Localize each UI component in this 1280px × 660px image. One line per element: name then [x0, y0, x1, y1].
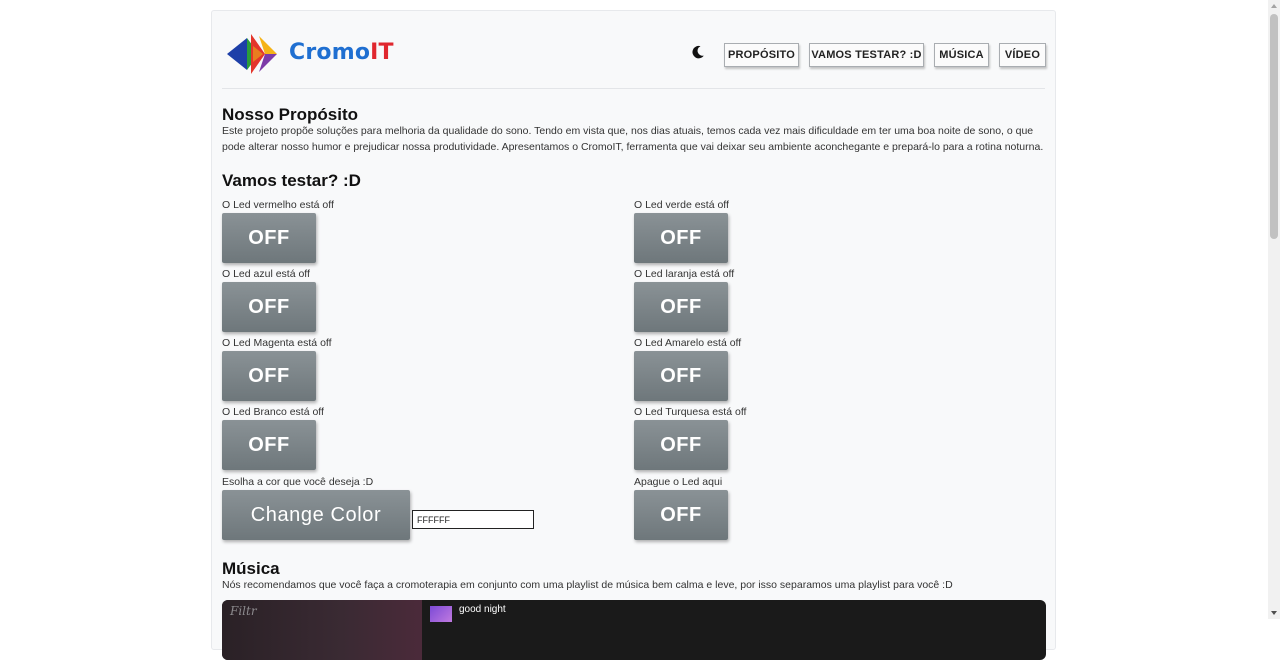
scrollbar-thumb[interactable]: [1270, 14, 1278, 239]
nav-musica-button[interactable]: MÚSICA: [934, 43, 989, 67]
header: CromoIT PROPÓSITO VAMOS TESTAR? :D MÚSIC…: [212, 11, 1055, 89]
led-blue-label: O Led azul está off: [222, 268, 310, 280]
scroll-down-arrow-icon[interactable]: [1271, 611, 1277, 615]
led-turquoise-button[interactable]: OFF: [634, 420, 728, 470]
led-yellow-label: O Led Amarelo está off: [634, 337, 742, 349]
led-green-label: O Led verde está off: [634, 199, 729, 211]
header-divider: [222, 88, 1045, 89]
spotify-player[interactable]: Filtr good night: [222, 600, 1046, 660]
cromoit-logo: [227, 34, 277, 74]
change-color-button[interactable]: Change Color: [222, 490, 410, 540]
led-magenta-label: O Led Magenta está off: [222, 337, 332, 349]
color-picker-label: Esolha a cor que você deseja :D: [222, 476, 374, 488]
moon-icon[interactable]: [690, 44, 706, 60]
purpose-text: Este projeto propõe soluções para melhor…: [222, 125, 1044, 153]
page-container: CromoIT PROPÓSITO VAMOS TESTAR? :D MÚSIC…: [211, 10, 1056, 660]
music-text: Nós recomendamos que você faça a cromote…: [222, 579, 953, 591]
led-red-label: O Led vermelho está off: [222, 199, 334, 211]
page-scrollbar[interactable]: [1268, 0, 1280, 619]
brand-name[interactable]: CromoIT: [289, 40, 394, 65]
cover-logo-text: Filtr: [230, 604, 257, 618]
led-magenta-button[interactable]: OFF: [222, 351, 316, 401]
led-green-button[interactable]: OFF: [634, 213, 728, 263]
led-off-button[interactable]: OFF: [634, 490, 728, 540]
led-orange-button[interactable]: OFF: [634, 282, 728, 332]
scroll-up-arrow-icon[interactable]: [1271, 4, 1277, 8]
test-title: Vamos testar? :D: [222, 171, 361, 190]
purpose-title: Nosso Propósito: [222, 105, 359, 124]
led-turquoise-label: O Led Turquesa está off: [634, 406, 747, 418]
led-red-button[interactable]: OFF: [222, 213, 316, 263]
led-blue-button[interactable]: OFF: [222, 282, 316, 332]
nav-video-button[interactable]: VÍDEO: [999, 43, 1046, 67]
playlist-cover: Filtr: [222, 600, 422, 660]
led-white-button[interactable]: OFF: [222, 420, 316, 470]
color-hex-input[interactable]: [412, 510, 534, 529]
led-yellow-button[interactable]: OFF: [634, 351, 728, 401]
nav-testar-button[interactable]: VAMOS TESTAR? :D: [809, 43, 924, 67]
led-off-label: Apague o Led aqui: [634, 476, 723, 488]
track-title[interactable]: good night: [459, 604, 506, 615]
music-title: Música: [222, 559, 280, 578]
brand-part-2: IT: [370, 40, 394, 65]
led-white-label: O Led Branco está off: [222, 406, 324, 418]
track-thumbnail: [430, 606, 452, 622]
nav-proposito-button[interactable]: PROPÓSITO: [724, 43, 799, 67]
led-orange-label: O Led laranja está off: [634, 268, 735, 280]
brand-part-1: Cromo: [289, 40, 371, 65]
